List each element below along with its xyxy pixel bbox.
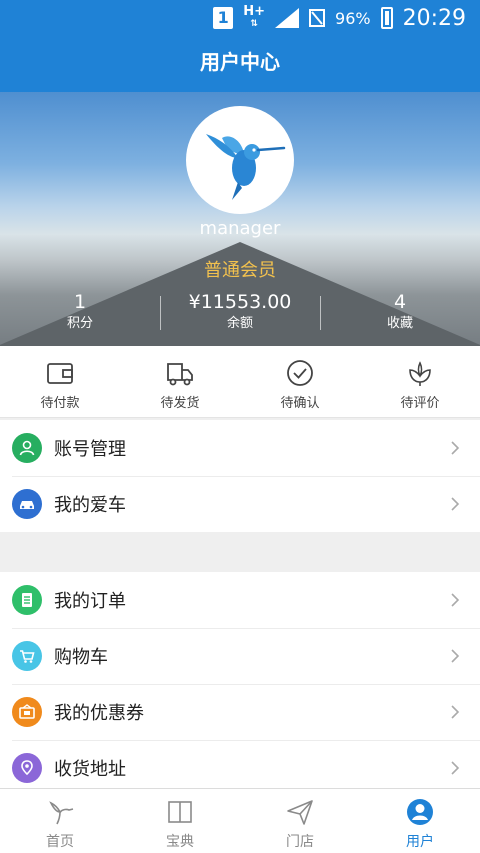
- menu-item-label: 我的优惠券: [54, 703, 144, 724]
- chevron-right-icon: [451, 593, 460, 607]
- menu-item-cart[interactable]: 购物车: [0, 628, 480, 684]
- order-pending-review[interactable]: 待评价: [360, 346, 480, 417]
- flower-icon: [409, 361, 431, 386]
- delivery-truck-icon: [167, 363, 193, 386]
- username: manager: [199, 218, 281, 239]
- clock: 20:29: [402, 5, 466, 31]
- page-title: 用户中心: [0, 36, 480, 92]
- bottom-nav: 首页 宝典 门店 用户: [0, 788, 480, 853]
- wallet-icon: [47, 363, 73, 384]
- order-pending-shipment[interactable]: 待发货: [120, 346, 240, 417]
- chevron-right-icon: [451, 761, 460, 775]
- profile-header: manager 普通会员 1 积分 ¥11553.00 余额 4 收藏: [0, 92, 480, 346]
- book-icon: [168, 801, 192, 823]
- stat-value: 4: [393, 291, 407, 313]
- tab-label: 首页: [46, 834, 74, 850]
- tab-guide[interactable]: 宝典: [120, 789, 240, 853]
- hummingbird-icon: [49, 801, 74, 825]
- tab-label: 宝典: [166, 834, 194, 850]
- coupon-icon: [12, 697, 42, 727]
- order-pending-payment[interactable]: 待付款: [0, 346, 120, 417]
- cart-icon: [12, 641, 42, 671]
- signal-icon: [275, 8, 300, 28]
- tab-stores[interactable]: 门店: [240, 789, 360, 853]
- tab-home[interactable]: 首页: [0, 789, 120, 853]
- network-type-icon: H+ ⇅: [243, 4, 266, 29]
- order-status-label: 待付款: [40, 396, 80, 411]
- menu-item-label: 账号管理: [54, 439, 126, 460]
- car-icon: [12, 489, 42, 519]
- order-pending-confirm[interactable]: 待确认: [240, 346, 360, 417]
- stat-value: ¥11553.00: [188, 291, 292, 313]
- battery-percent: 96%: [335, 8, 371, 28]
- order-status-label: 待确认: [280, 396, 320, 411]
- menu-item-my-car[interactable]: 我的爱车: [0, 476, 480, 532]
- order-list-icon: [12, 585, 42, 615]
- tab-label: 门店: [286, 834, 314, 850]
- paper-plane-icon: [287, 800, 313, 825]
- stat-balance[interactable]: ¥11553.00 余额: [160, 290, 320, 336]
- order-status-label: 待发货: [160, 396, 200, 411]
- check-circle-icon: [287, 360, 313, 386]
- tab-user[interactable]: 用户: [360, 789, 480, 853]
- menu-item-my-orders[interactable]: 我的订单: [0, 572, 480, 628]
- menu-item-account-management[interactable]: 账号管理: [0, 420, 480, 476]
- member-level: 普通会员: [204, 260, 276, 281]
- battery-icon: [380, 7, 393, 29]
- stat-label: 余额: [226, 316, 253, 331]
- hummingbird-logo-icon: [206, 134, 286, 200]
- tab-label: 用户: [406, 834, 434, 850]
- no-sim-icon: [309, 9, 326, 27]
- order-status-bar: 待付款 待发货 待确认 待评价: [0, 346, 480, 418]
- status-bar: 1 H+ ⇅ 96% 20:29: [0, 0, 480, 36]
- stat-favorites[interactable]: 4 收藏: [320, 290, 480, 336]
- menu-item-label: 收货地址: [54, 759, 126, 780]
- chevron-right-icon: [451, 705, 460, 719]
- avatar[interactable]: [186, 106, 294, 214]
- stat-label: 积分: [66, 316, 93, 331]
- menu-item-label: 我的爱车: [54, 495, 126, 516]
- chevron-right-icon: [451, 649, 460, 663]
- chevron-right-icon: [451, 441, 460, 455]
- sim-card-icon: 1: [213, 7, 234, 29]
- menu-group-orders: 我的订单 购物车 我的优惠券 收货地址: [0, 572, 480, 796]
- chevron-right-icon: [451, 497, 460, 511]
- stat-label: 收藏: [386, 316, 413, 331]
- user-icon: [407, 799, 433, 825]
- stat-points[interactable]: 1 积分: [0, 290, 160, 336]
- menu-item-coupons[interactable]: 我的优惠券: [0, 684, 480, 740]
- order-status-label: 待评价: [400, 396, 440, 411]
- account-stats: 1 积分 ¥11553.00 余额 4 收藏: [0, 290, 480, 336]
- menu-item-label: 购物车: [54, 647, 108, 668]
- menu-item-label: 我的订单: [54, 591, 126, 612]
- stat-value: 1: [73, 291, 87, 313]
- location-icon: [12, 753, 42, 783]
- account-icon: [12, 433, 42, 463]
- menu-group-account: 账号管理 我的爱车: [0, 420, 480, 532]
